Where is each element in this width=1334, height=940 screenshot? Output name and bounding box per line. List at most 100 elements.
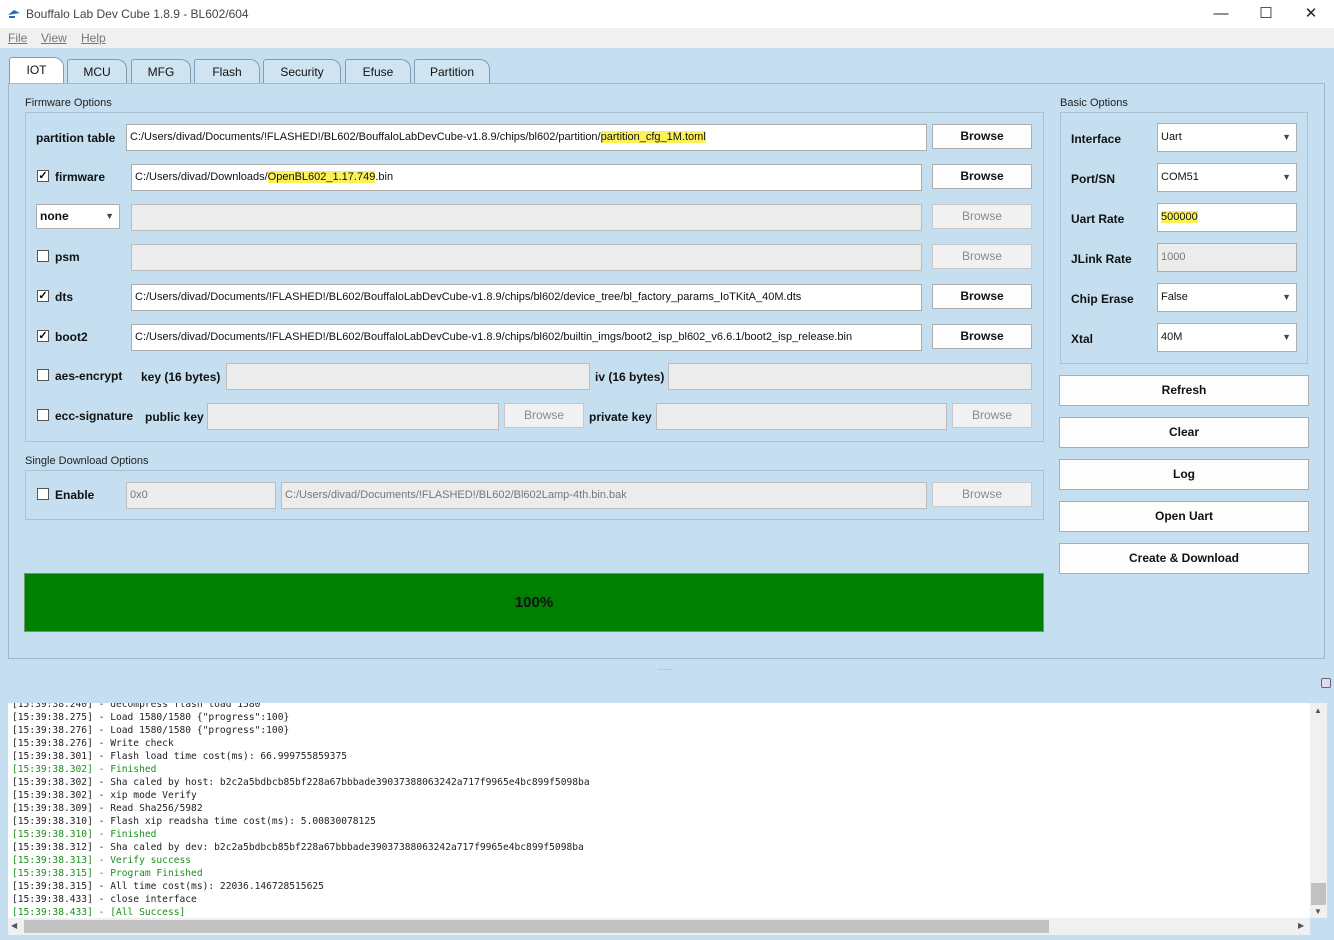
log-output[interactable]: [15:39:38.240] - decompress flash load 1… [8, 703, 1310, 918]
private-key-field [656, 403, 947, 430]
log-line: [15:39:38.309] - Read Sha256/5982 [12, 803, 203, 814]
log-line: [15:39:38.433] - [All Success] [12, 907, 186, 918]
dts-browse-button[interactable]: Browse [932, 284, 1032, 309]
interface-label: Interface [1071, 132, 1122, 146]
partition-table-path-field[interactable]: C:/Users/divad/Documents/!FLASHED!/BL602… [126, 124, 927, 151]
log-line: [15:39:38.276] - Write check [12, 738, 174, 749]
log-line: [15:39:38.310] - Flash xip readsha time … [12, 816, 376, 827]
partition-table-browse-button[interactable]: Browse [932, 124, 1032, 149]
log-line: [15:39:38.302] - Sha caled by host: b2c2… [12, 777, 590, 788]
aes-key-field [226, 363, 590, 390]
scroll-up-icon[interactable]: ▲ [1314, 706, 1322, 715]
log-line: [15:39:38.312] - Sha caled by dev: b2c2a… [12, 842, 584, 853]
tab-efuse[interactable]: Efuse [345, 59, 411, 85]
chip-erase-label: Chip Erase [1071, 292, 1134, 306]
xtal-label: Xtal [1071, 332, 1094, 346]
firmware-options-title: Firmware Options [25, 97, 112, 109]
chevron-down-icon: ▼ [1282, 172, 1291, 182]
firmware-label: firmware [55, 170, 106, 184]
log-line: [15:39:38.240] - decompress flash load 1… [12, 703, 261, 710]
menu-file[interactable]: File [8, 31, 27, 45]
address-field: 0x0 [126, 482, 276, 509]
scroll-right-icon[interactable]: ▶ [1298, 921, 1304, 930]
psm-label: psm [55, 250, 80, 264]
menu-help[interactable]: Help [81, 31, 106, 45]
log-line: [15:39:38.315] - Program Finished [12, 868, 203, 879]
tab-partition[interactable]: Partition [414, 59, 490, 85]
xtal-select[interactable]: 40M ▼ [1157, 323, 1297, 352]
log-horizontal-scrollbar[interactable]: ◀ ▶ [8, 918, 1310, 935]
jlink-rate-input: 1000 [1157, 243, 1297, 272]
tab-mfg[interactable]: MFG [131, 59, 191, 85]
chip-erase-select[interactable]: False ▼ [1157, 283, 1297, 312]
extra-image-path-field [131, 204, 922, 231]
ecc-signature-checkbox[interactable] [37, 409, 49, 421]
chevron-down-icon: ▼ [1282, 132, 1291, 142]
tab-flash[interactable]: Flash [194, 59, 260, 85]
log-line: [15:39:38.315] - All time cost(ms): 2203… [12, 881, 324, 892]
aes-iv-label: iv (16 bytes) [595, 370, 665, 384]
ecc-signature-label: ecc-signature [55, 409, 134, 423]
log-line: [15:39:38.302] - xip mode Verify [12, 790, 197, 801]
psm-path-field [131, 244, 922, 271]
chevron-down-icon: ▼ [1282, 292, 1291, 302]
log-button[interactable]: Log [1059, 459, 1309, 490]
close-button[interactable]: ✕ [1288, 0, 1334, 28]
aes-encrypt-label: aes-encrypt [55, 369, 123, 383]
open-uart-button[interactable]: Open Uart [1059, 501, 1309, 532]
dts-checkbox[interactable]: ✓ [37, 290, 49, 302]
refresh-button[interactable]: Refresh [1059, 375, 1309, 406]
uart-rate-label: Uart Rate [1071, 212, 1125, 226]
single-download-browse-button: Browse [932, 482, 1032, 507]
app-icon [8, 10, 20, 18]
psm-browse-button: Browse [932, 244, 1032, 269]
firmware-browse-button[interactable]: Browse [932, 164, 1032, 189]
psm-checkbox[interactable] [37, 250, 49, 262]
undock-icon[interactable] [1321, 678, 1331, 688]
splitter-handle[interactable]: ...... [658, 662, 673, 672]
menu-view[interactable]: View [41, 31, 67, 45]
log-line: [15:39:38.433] - close interface [12, 894, 197, 905]
title-bar: Bouffalo Lab Dev Cube 1.8.9 - BL602/604 … [0, 0, 1334, 28]
boot2-checkbox[interactable]: ✓ [37, 330, 49, 342]
log-line: [15:39:38.313] - Verify success [12, 855, 192, 866]
enable-checkbox[interactable] [37, 488, 49, 500]
port-select[interactable]: COM51 ▼ [1157, 163, 1297, 192]
scroll-left-icon[interactable]: ◀ [11, 921, 17, 930]
log-line: [15:39:38.302] - Finished [12, 764, 157, 775]
log-line: [15:39:38.310] - Finished [12, 829, 157, 840]
clear-button[interactable]: Clear [1059, 417, 1309, 448]
tab-iot[interactable]: IOT [9, 57, 64, 84]
boot2-browse-button[interactable]: Browse [932, 324, 1032, 349]
maximize-button[interactable]: ☐ [1243, 0, 1289, 28]
aes-encrypt-checkbox[interactable] [37, 369, 49, 381]
minimize-button[interactable]: — [1198, 0, 1244, 28]
log-line: [15:39:38.301] - Flash load time cost(ms… [12, 751, 348, 762]
partition-table-label: partition table [36, 131, 116, 145]
firmware-checkbox[interactable]: ✓ [37, 170, 49, 182]
public-key-field [207, 403, 499, 430]
progress-text: 100% [514, 594, 554, 611]
scroll-down-icon[interactable]: ▼ [1314, 907, 1322, 916]
tab-security[interactable]: Security [263, 59, 341, 85]
aes-key-label: key (16 bytes) [141, 370, 221, 384]
image-type-select[interactable]: none ▼ [36, 204, 120, 229]
log-hscroll-thumb[interactable] [24, 920, 1049, 933]
dts-label: dts [55, 290, 73, 304]
firmware-path-field[interactable]: C:/Users/divad/Downloads/OpenBL602_1.17.… [131, 164, 922, 191]
enable-label: Enable [55, 488, 95, 502]
window-title: Bouffalo Lab Dev Cube 1.8.9 - BL602/604 [26, 7, 249, 21]
create-download-button[interactable]: Create & Download [1059, 543, 1309, 574]
public-key-label: public key [145, 410, 204, 424]
jlink-rate-label: JLink Rate [1071, 252, 1132, 266]
log-vertical-scrollbar[interactable]: ▲ ▼ [1310, 703, 1327, 918]
log-line: [15:39:38.276] - Load 1580/1580 {"progre… [12, 725, 290, 736]
uart-rate-input[interactable]: 500000 [1157, 203, 1297, 232]
boot2-path-field[interactable]: C:/Users/divad/Documents/!FLASHED!/BL602… [131, 324, 922, 351]
interface-select[interactable]: Uart ▼ [1157, 123, 1297, 152]
basic-options-title: Basic Options [1060, 97, 1128, 109]
dts-path-field[interactable]: C:/Users/divad/Documents/!FLASHED!/BL602… [131, 284, 922, 311]
tab-mcu[interactable]: MCU [67, 59, 127, 85]
port-label: Port/SN [1071, 172, 1116, 186]
log-scroll-thumb[interactable] [1311, 883, 1326, 905]
